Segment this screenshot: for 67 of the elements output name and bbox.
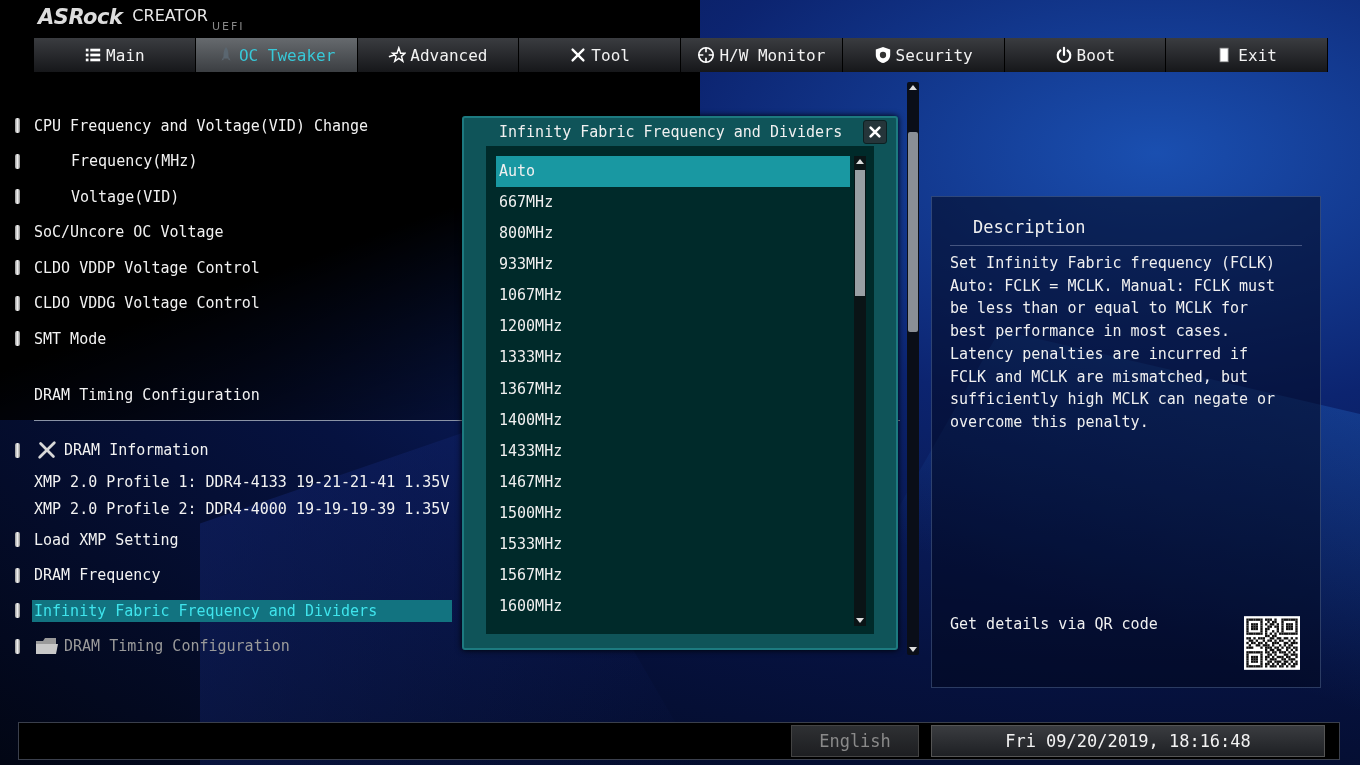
menu-item[interactable]: CPU Frequency and Voltage(VID) Change bbox=[34, 116, 369, 135]
language-button[interactable]: English bbox=[791, 725, 919, 757]
date-time: Fri 09/20/2019, 18:16:48 bbox=[931, 725, 1325, 757]
crosshair-icon bbox=[697, 46, 716, 64]
power-icon bbox=[1054, 46, 1073, 64]
row-marker-icon bbox=[15, 224, 20, 240]
product-name: CREATOR bbox=[132, 6, 208, 25]
menu-tab[interactable]: Boot bbox=[1004, 38, 1167, 72]
menu-item[interactable]: Voltage(VID) bbox=[71, 187, 180, 206]
option-item[interactable]: 1467MHz bbox=[496, 466, 850, 498]
menu-item[interactable]: DRAM Frequency bbox=[34, 566, 161, 585]
row-marker-icon bbox=[15, 331, 20, 347]
info-text: XMP 2.0 Profile 1: DDR4-4133 19-21-21-41 1.35V bbox=[34, 472, 450, 491]
menu-item[interactable]: Frequency(MHz) bbox=[71, 152, 198, 171]
close-icon bbox=[868, 125, 882, 139]
row-marker-icon bbox=[15, 567, 20, 583]
option-item[interactable]: 1533MHz bbox=[496, 529, 850, 561]
row-marker-icon bbox=[15, 638, 20, 654]
option-item[interactable]: 800MHz bbox=[496, 218, 850, 250]
menu-item[interactable]: DRAM Information bbox=[64, 441, 209, 460]
section-heading: DRAM Timing Configuration bbox=[34, 385, 260, 404]
option-item[interactable]: 1500MHz bbox=[496, 497, 850, 530]
option-item[interactable]: 1333MHz bbox=[496, 342, 850, 374]
dialog-title: Infinity Fabric Frequency and Dividers bbox=[499, 123, 843, 141]
menu-item[interactable]: CLDO VDDP Voltage Control bbox=[34, 258, 260, 277]
option-item[interactable]: 1567MHz bbox=[496, 560, 850, 592]
option-item[interactable]: 1433MHz bbox=[496, 435, 850, 467]
menu-item[interactable]: SMT Mode bbox=[34, 329, 107, 348]
option-item[interactable]: 1600MHz bbox=[496, 591, 850, 623]
list-icon bbox=[84, 46, 103, 64]
info-text: XMP 2.0 Profile 2: DDR4-4000 19-19-19-39 1.35V bbox=[34, 499, 450, 518]
menu-tab[interactable]: Main bbox=[34, 38, 196, 72]
qr-label: Get details via QR code bbox=[950, 615, 1158, 633]
option-item[interactable]: 1067MHz bbox=[496, 280, 850, 312]
row-marker-icon bbox=[15, 153, 20, 169]
option-item[interactable]: 1200MHz bbox=[496, 311, 850, 343]
qr-code-icon bbox=[1244, 615, 1300, 671]
menu-item[interactable]: Infinity Fabric Frequency and Dividers bbox=[32, 599, 452, 622]
row-marker-icon bbox=[15, 295, 20, 311]
row-marker-icon bbox=[15, 118, 20, 134]
option-item[interactable]: 1400MHz bbox=[496, 404, 850, 436]
option-item[interactable]: 1367MHz bbox=[496, 373, 850, 405]
menu-item[interactable]: Load XMP Setting bbox=[34, 530, 179, 549]
star-icon bbox=[388, 46, 407, 64]
row-marker-icon bbox=[15, 532, 20, 548]
menu-item[interactable]: CLDO VDDG Voltage Control bbox=[34, 294, 260, 313]
brand-logo: ASRock bbox=[38, 5, 123, 29]
row-marker-icon bbox=[15, 260, 20, 276]
menu-tab[interactable]: H/W Monitor bbox=[681, 38, 843, 72]
option-item[interactable]: 667MHz bbox=[496, 187, 850, 219]
row-marker-icon bbox=[15, 603, 20, 619]
row-marker-icon bbox=[15, 189, 20, 205]
scrollbar[interactable] bbox=[907, 82, 919, 655]
row-marker-icon bbox=[15, 442, 20, 458]
menu-tab[interactable]: Advanced bbox=[357, 38, 520, 72]
menu-item[interactable]: SoC/Uncore OC Voltage bbox=[34, 223, 224, 242]
edition-label: UEFI bbox=[211, 20, 245, 33]
option-item[interactable]: 933MHz bbox=[496, 249, 850, 281]
panel-title: Description bbox=[972, 217, 1087, 237]
menu-tab[interactable]: OC Tweaker bbox=[195, 38, 358, 72]
close-button[interactable] bbox=[863, 120, 887, 144]
shield-icon bbox=[873, 46, 892, 64]
menu-tab[interactable]: Tool bbox=[519, 38, 681, 72]
menu-tab[interactable]: Exit bbox=[1166, 38, 1328, 72]
menu-tab[interactable]: Security bbox=[842, 38, 1005, 72]
description-text: Set Infinity Fabric frequency (FCLK) Auto: FCLK = MCLK. Manual: FCLK must be less than or equal to MCLK for best performance in most cases. Latency penalties are incurred if FCLK and MCLK are mismatched, but sufficiently high MCLK can negate or overcome this penalty. bbox=[950, 253, 1277, 433]
scrollbar[interactable] bbox=[854, 156, 866, 626]
